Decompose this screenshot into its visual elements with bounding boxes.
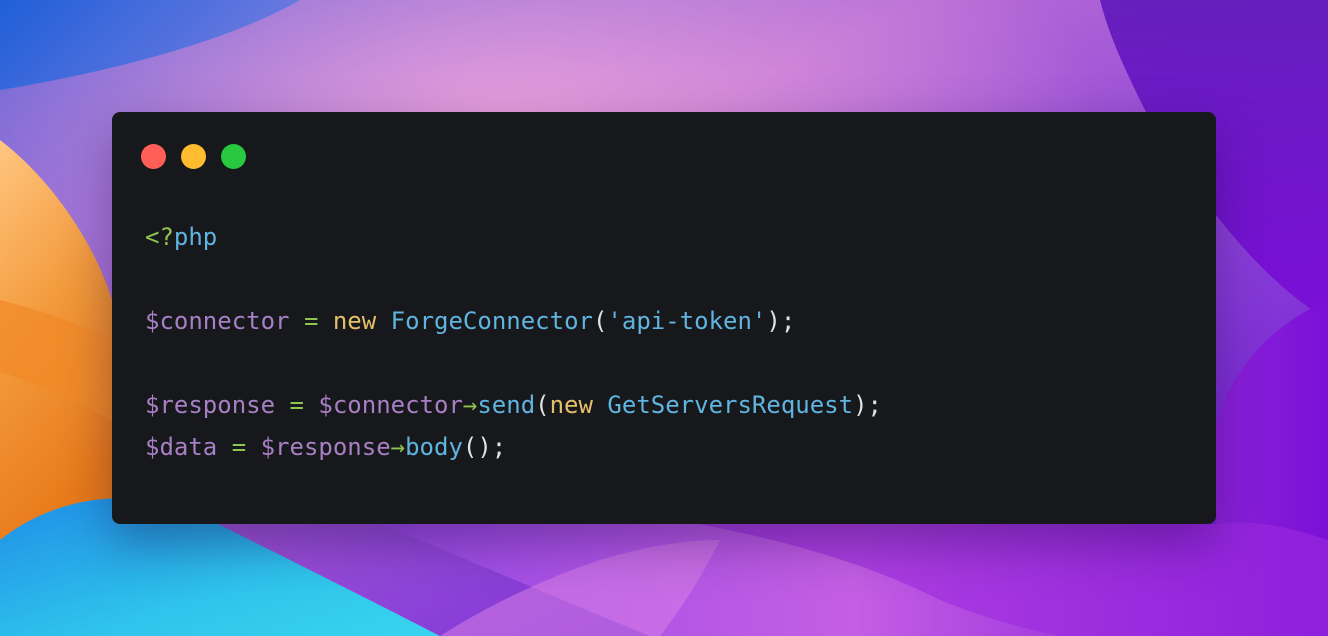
minimize-icon[interactable]: [181, 144, 206, 169]
code-token-operator: =: [303, 307, 319, 335]
code-token-punctuation: );: [853, 391, 882, 419]
code-token-punctuation: (: [535, 391, 550, 419]
code-token-function: send: [477, 391, 536, 419]
code-token-variable: $response: [145, 391, 276, 419]
code-token-punctuation: [246, 433, 260, 461]
code-window: <?php​$connector = new ForgeConnector('a…: [112, 112, 1216, 524]
code-token-punctuation: [290, 307, 304, 335]
code-line: $data = $response→body();: [145, 426, 882, 468]
code-token-punctuation: [275, 391, 289, 419]
maximize-icon[interactable]: [221, 144, 246, 169]
code-token-operator: →: [462, 391, 478, 419]
code-token-operator: =: [231, 433, 247, 461]
code-token-function: body: [405, 433, 463, 461]
code-token-keyword: new: [549, 391, 593, 419]
close-icon[interactable]: [141, 144, 166, 169]
code-token-tag: <?: [145, 223, 174, 251]
code-token-keyword: new: [332, 307, 377, 335]
code-token-punctuation: ();: [462, 433, 507, 461]
code-token-punctuation: );: [766, 307, 796, 335]
code-token-class: php: [173, 223, 218, 251]
code-token-operator: =: [289, 391, 304, 419]
code-token-variable: $connector: [145, 307, 290, 335]
code-line: $response = $connector→send(new GetServe…: [145, 384, 882, 426]
code-token-variable: $data: [145, 433, 218, 461]
code-token-punctuation: [593, 391, 607, 419]
code-line: ​: [145, 258, 882, 300]
code-token-variable: $connector: [318, 391, 463, 419]
code-token-punctuation: [304, 391, 318, 419]
code-token-class: GetServersRequest: [607, 391, 854, 419]
code-token-punctuation: [376, 307, 390, 335]
code-token-punctuation: (: [592, 307, 608, 335]
code-token-operator: →: [390, 433, 406, 461]
code-token-string: 'api-token': [607, 307, 767, 335]
code-block: <?php​$connector = new ForgeConnector('a…: [145, 216, 882, 468]
code-token-variable: $response: [260, 433, 391, 461]
code-line: $connector = new ForgeConnector('api-tok…: [145, 300, 882, 342]
code-line: <?php: [145, 216, 882, 258]
code-line: ​: [145, 342, 882, 384]
code-token-punctuation: [318, 307, 332, 335]
code-token-punctuation: [217, 433, 231, 461]
code-token-class: ForgeConnector: [390, 307, 593, 335]
